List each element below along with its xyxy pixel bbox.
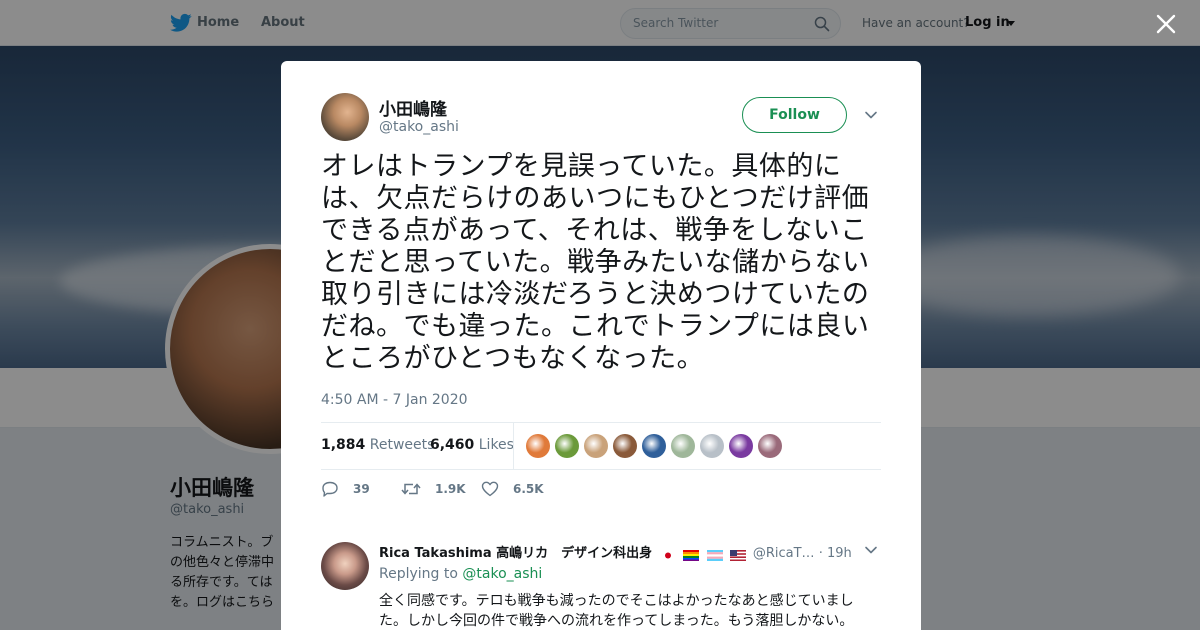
reply-header: Rica Takashima 高嶋リカ デザイン科出身 @RicaT… · 19… (379, 542, 879, 563)
tweet-stats: 1,884 Retweets 6,460 Likes (321, 422, 881, 470)
reply-text: 全く同感です。テロも戦争も減ったのでそこはよかったなあと感じていました。しかし今… (379, 593, 854, 629)
heart-icon (481, 481, 499, 497)
liker-avatar[interactable] (555, 434, 579, 458)
liker-avatar[interactable] (526, 434, 550, 458)
replying-to: Replying to @tako_ashi (379, 566, 542, 582)
author-avatar[interactable] (321, 93, 369, 141)
tweet-text: オレはトランプを見誤っていた。具体的には、欠点だらけのあいつにもひとつだけ評価で… (321, 151, 870, 374)
chevron-down-icon[interactable] (864, 108, 878, 122)
liker-avatar[interactable] (671, 434, 695, 458)
tweet-modal: 小田嶋隆 @tako_ashi Follow オレはトランプを見誤っていた。具体… (281, 61, 921, 630)
reply-author-flags (660, 548, 748, 563)
author-name[interactable]: 小田嶋隆 (379, 95, 447, 120)
reply-author-handle[interactable]: @RicaT… (753, 546, 815, 561)
liker-avatar[interactable] (613, 434, 637, 458)
japan-flag-icon (660, 550, 677, 561)
reply-chevron-down-icon[interactable] (864, 543, 878, 557)
follow-button[interactable]: Follow (742, 97, 847, 133)
replying-to-handle-link[interactable]: @tako_ashi (462, 566, 542, 582)
rainbow-flag-icon (683, 550, 700, 561)
like-count: 6.5K (513, 482, 544, 496)
tweet-timestamp[interactable]: 4:50 AM - 7 Jan 2020 (321, 392, 468, 408)
close-icon[interactable] (1156, 14, 1176, 34)
like-button[interactable]: 6.5K (481, 481, 544, 497)
stats-divider (513, 423, 514, 470)
retweets-stat[interactable]: 1,884 Retweets (321, 437, 434, 453)
retweet-button[interactable]: 1.9K (401, 481, 466, 497)
transgender-flag-icon (706, 550, 723, 561)
replying-to-label: Replying to (379, 566, 458, 582)
likes-count: 6,460 (430, 437, 475, 453)
retweet-count: 1.9K (435, 482, 466, 496)
reply-author-avatar[interactable] (321, 542, 369, 590)
liker-avatar[interactable] (584, 434, 608, 458)
usa-flag-icon (729, 550, 746, 561)
reply-button[interactable]: 39 (321, 481, 370, 497)
liker-avatar[interactable] (758, 434, 782, 458)
liker-avatar[interactable] (700, 434, 724, 458)
liker-avatar[interactable] (729, 434, 753, 458)
reply-icon (322, 481, 338, 497)
reply-time[interactable]: · 19h (819, 546, 852, 561)
likes-label: Likes (478, 437, 514, 453)
retweets-count: 1,884 (321, 437, 366, 453)
author-handle[interactable]: @tako_ashi (379, 119, 459, 135)
retweet-icon (401, 483, 421, 495)
reply-count: 39 (353, 482, 370, 496)
liker-avatar[interactable] (642, 434, 666, 458)
reply-author-name[interactable]: Rica Takashima 高嶋リカ デザイン科出身 (379, 546, 652, 561)
likes-stat[interactable]: 6,460 Likes (430, 437, 514, 453)
retweets-label: Retweets (369, 437, 435, 453)
tweet-actions: 39 1.9K 6.5K (321, 481, 881, 501)
